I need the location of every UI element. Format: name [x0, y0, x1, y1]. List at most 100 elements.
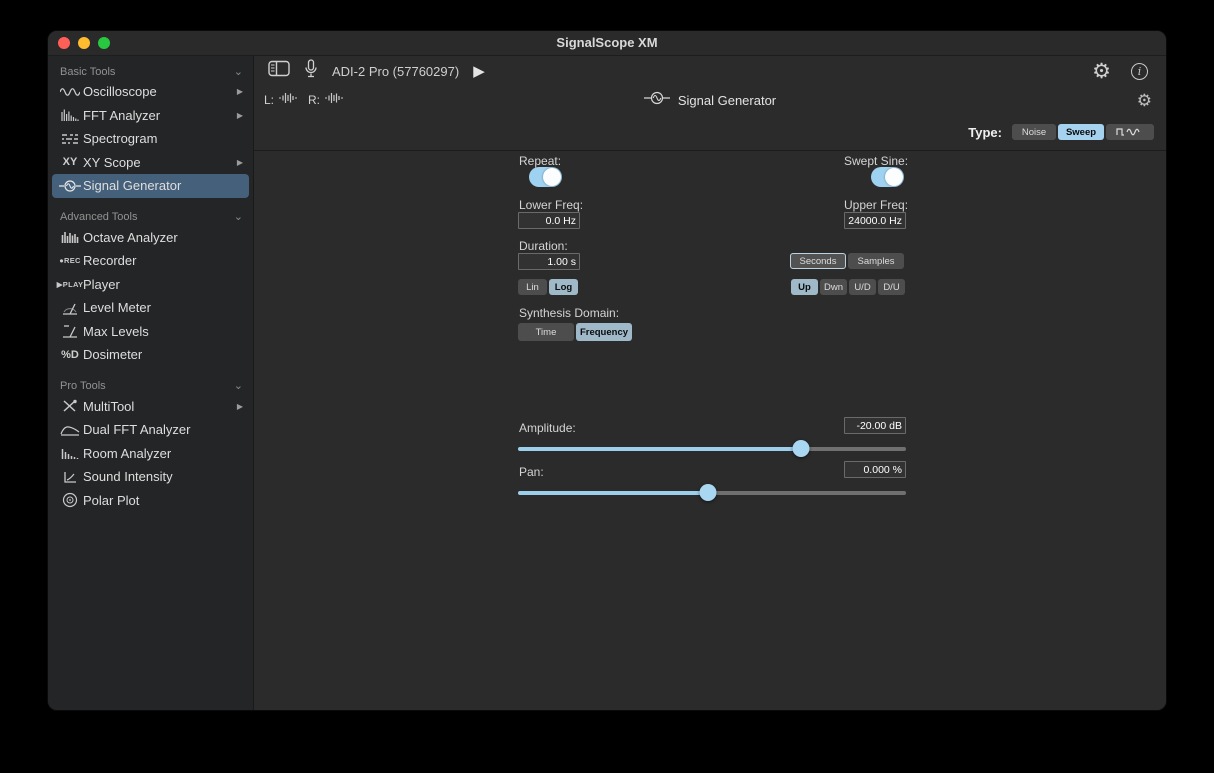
polar-plot-icon	[57, 492, 83, 508]
unit-seconds-button[interactable]: Seconds	[790, 253, 846, 269]
sidebar-section-pro-tools[interactable]: Pro Tools ⌄	[48, 378, 253, 395]
sidebar-item-recorder[interactable]: ●REC Recorder	[52, 249, 249, 273]
synthesis-domain-segmented: Time Frequency	[518, 323, 632, 341]
sidebar-item-xy-scope[interactable]: XY XY Scope ▶	[52, 151, 249, 175]
chevron-down-icon[interactable]: ⌄	[234, 382, 243, 390]
panel-settings-gear-icon[interactable]: ⚙	[1137, 92, 1152, 109]
sidebar-section-advanced-tools[interactable]: Advanced Tools ⌄	[48, 209, 253, 226]
signal-generator-icon	[57, 180, 83, 192]
expand-arrow-icon[interactable]: ▶	[237, 87, 243, 96]
sound-intensity-icon	[57, 470, 83, 484]
synthesis-domain-label: Synthesis Domain:	[519, 306, 619, 320]
sidebar-item-spectrogram[interactable]: Spectrogram	[52, 127, 249, 151]
sweep-direction-segmented: Up Dwn U/D D/U	[791, 279, 905, 295]
chevron-down-icon[interactable]: ⌄	[234, 68, 243, 76]
app-window: SignalScope XM Basic Tools ⌄ Oscilloscop…	[47, 30, 1167, 711]
type-label: Type:	[968, 125, 1002, 140]
sidebar-item-fft-analyzer[interactable]: FFT Analyzer ▶	[52, 104, 249, 128]
pan-field[interactable]	[844, 461, 906, 478]
repeat-label: Repeat:	[519, 154, 561, 168]
left-channel-label: L:	[264, 93, 274, 107]
sidebar-item-dual-fft-analyzer[interactable]: Dual FFT Analyzer	[52, 418, 249, 442]
device-label[interactable]: ADI-2 Pro (57760297)	[332, 64, 459, 79]
level-meter-icon	[57, 301, 83, 315]
dosimeter-icon: %D	[57, 349, 83, 361]
sidebar-item-label: Player	[83, 277, 243, 292]
expand-arrow-icon[interactable]: ▶	[237, 158, 243, 167]
play-icon: ▶PLAY	[57, 280, 83, 289]
main-area: ADI-2 Pro (57760297) ▶ ⚙ i L:	[254, 56, 1166, 711]
scale-log-button[interactable]: Log	[549, 279, 578, 295]
dual-fft-analyzer-icon	[57, 423, 83, 437]
scale-lin-button[interactable]: Lin	[518, 279, 547, 295]
section-label: Pro Tools	[60, 380, 106, 392]
type-bar: Type: Noise Sweep	[254, 114, 1166, 151]
swept-sine-toggle[interactable]	[871, 167, 904, 187]
amplitude-slider[interactable]	[518, 440, 906, 457]
max-levels-icon	[57, 324, 83, 338]
amplitude-label: Amplitude:	[519, 421, 576, 435]
sidebar-item-label: Room Analyzer	[83, 446, 243, 461]
sidebar-item-multitool[interactable]: MultiTool ▶	[52, 395, 249, 419]
duration-field[interactable]	[518, 253, 580, 270]
direction-down-button[interactable]: Dwn	[820, 279, 847, 295]
right-channel-signal-icon[interactable]	[324, 91, 344, 109]
section-label: Advanced Tools	[60, 211, 137, 223]
upper-freq-label: Upper Freq:	[844, 198, 908, 212]
multitool-icon	[57, 399, 83, 413]
sidebar-item-max-levels[interactable]: Max Levels	[52, 320, 249, 344]
sidebar-item-sound-intensity[interactable]: Sound Intensity	[52, 465, 249, 489]
right-channel[interactable]: R:	[308, 91, 344, 109]
expand-arrow-icon[interactable]: ▶	[237, 111, 243, 120]
amplitude-field[interactable]	[844, 417, 906, 434]
left-channel-signal-icon[interactable]	[278, 91, 298, 109]
synthesis-time-button[interactable]: Time	[518, 323, 574, 341]
panel-header: Signal Generator	[254, 91, 1166, 110]
left-channel[interactable]: L:	[264, 91, 298, 109]
sidebar-item-label: Dual FFT Analyzer	[83, 422, 243, 437]
expand-arrow-icon[interactable]: ▶	[237, 402, 243, 411]
lower-freq-label: Lower Freq:	[519, 198, 583, 212]
channel-bar: L: R: Sig	[254, 86, 1166, 114]
settings-gears-icon[interactable]: ⚙	[1092, 61, 1111, 82]
type-noise-button[interactable]: Noise	[1012, 124, 1056, 140]
sidebar-item-label: Dosimeter	[83, 347, 243, 362]
sidebar-item-polar-plot[interactable]: Polar Plot	[52, 489, 249, 513]
upper-freq-field[interactable]	[844, 212, 906, 229]
chevron-down-icon[interactable]: ⌄	[234, 213, 243, 221]
synthesis-frequency-button[interactable]: Frequency	[576, 323, 632, 341]
sidebar-item-room-analyzer[interactable]: Room Analyzer	[52, 442, 249, 466]
sidebar-item-level-meter[interactable]: Level Meter	[52, 296, 249, 320]
sidebar-item-dosimeter[interactable]: %D Dosimeter	[52, 343, 249, 367]
octave-analyzer-icon	[57, 230, 83, 244]
pan-slider[interactable]	[518, 484, 906, 501]
sidebar-item-label: FFT Analyzer	[83, 108, 233, 123]
sidebar-section-basic-tools[interactable]: Basic Tools ⌄	[48, 63, 253, 80]
sidebar-item-label: XY Scope	[83, 155, 233, 170]
direction-updown-button[interactable]: U/D	[849, 279, 876, 295]
fft-analyzer-icon	[57, 108, 83, 122]
lower-freq-field[interactable]	[518, 212, 580, 229]
direction-downup-button[interactable]: D/U	[878, 279, 905, 295]
input-device-icon[interactable]	[304, 59, 318, 84]
repeat-toggle[interactable]	[529, 167, 562, 187]
sidebar-item-oscilloscope[interactable]: Oscilloscope ▶	[52, 80, 249, 104]
signal-generator-panel: Repeat: Swept Sine: Lower Freq: Upper Fr…	[254, 151, 1166, 711]
room-analyzer-icon	[57, 446, 83, 460]
sidebar-item-label: Oscilloscope	[83, 84, 233, 99]
sidebar-item-octave-analyzer[interactable]: Octave Analyzer	[52, 226, 249, 250]
titlebar: SignalScope XM	[48, 31, 1166, 56]
direction-up-button[interactable]: Up	[791, 279, 818, 295]
sidebar-item-label: Max Levels	[83, 324, 243, 339]
unit-samples-button[interactable]: Samples	[848, 253, 904, 269]
signal-generator-icon	[644, 91, 670, 110]
oscilloscope-icon	[57, 85, 83, 99]
type-tone-waveform-button[interactable]	[1106, 124, 1154, 140]
sidebar-item-signal-generator[interactable]: Signal Generator	[52, 174, 249, 198]
sidebar-item-label: Level Meter	[83, 300, 243, 315]
sidebar-toggle-button[interactable]	[268, 60, 290, 82]
info-icon[interactable]: i	[1131, 63, 1148, 80]
type-sweep-button[interactable]: Sweep	[1058, 124, 1104, 140]
sidebar-item-player[interactable]: ▶PLAY Player	[52, 273, 249, 297]
start-button[interactable]: ▶	[473, 64, 485, 79]
